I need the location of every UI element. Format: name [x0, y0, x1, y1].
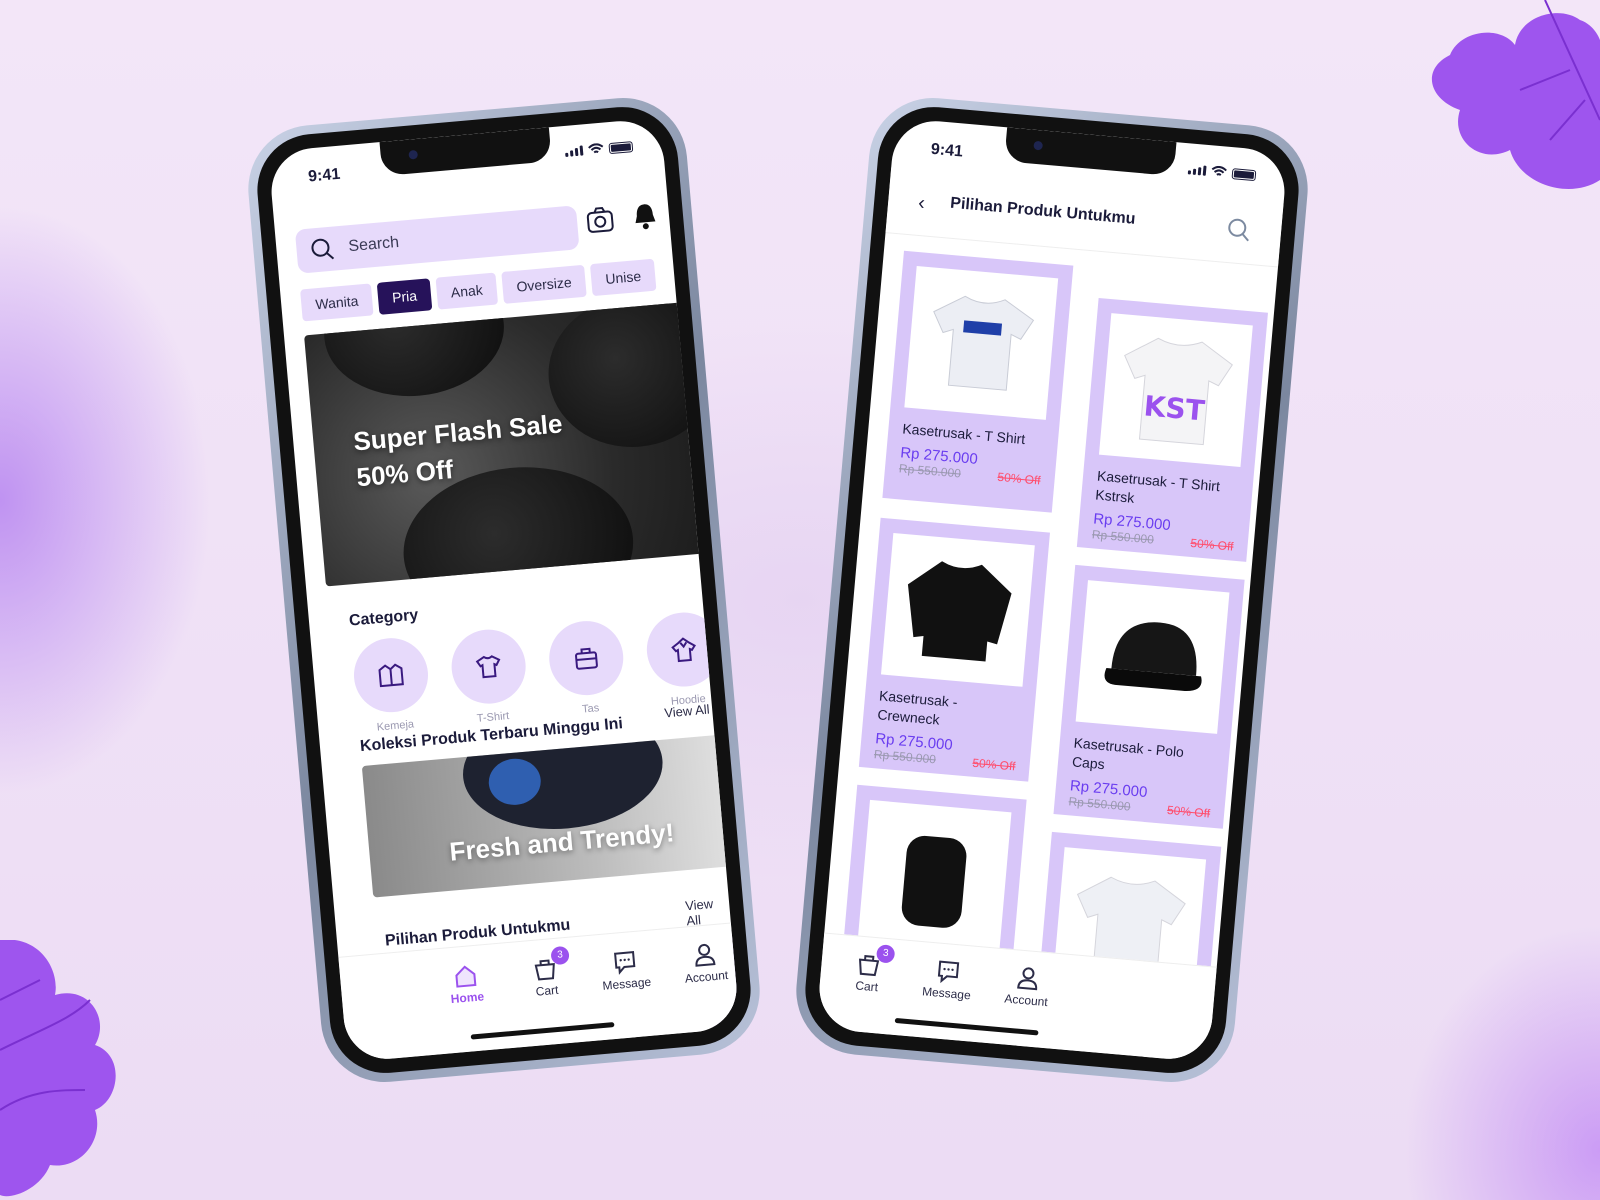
nav-cart[interactable]: 3 Cart [831, 944, 905, 996]
product-image-tshirt [904, 265, 1059, 420]
product-discount: 50% Off [1189, 535, 1235, 554]
shirt-collar-icon [378, 663, 404, 688]
product-card[interactable]: Kasetrusak - Polo Caps Rp 275.000 Rp 550… [1053, 564, 1245, 829]
status-time: 9:41 [930, 140, 964, 161]
battery-icon [608, 140, 634, 154]
background [0, 0, 1600, 1200]
product-image-tshirt-kst: KST [1098, 313, 1253, 467]
camera-icon[interactable] [584, 204, 617, 237]
leaf-decoration-bottom-left [0, 940, 116, 1197]
nav-message[interactable]: Message [589, 944, 663, 994]
back-arrow-icon[interactable]: ‹ [917, 192, 926, 215]
collection-banner[interactable]: Fresh and Trendy! [361, 732, 741, 898]
product-image-crewneck [880, 532, 1035, 687]
home-icon [455, 965, 477, 988]
tab-wanita[interactable]: Wanita [300, 283, 374, 322]
signal-icon [1187, 164, 1207, 176]
product-print-text: KST [1142, 389, 1206, 427]
hoodie-icon [671, 637, 696, 663]
collection-view-all-link[interactable]: View All [664, 702, 710, 721]
tab-unisex[interactable]: Unise [590, 258, 657, 297]
product-image-polo-cap [1075, 580, 1230, 734]
leaf-decoration-top-right [1431, 0, 1600, 189]
nav-account[interactable]: Account [991, 960, 1065, 1010]
product-name: Kasetrusak - Polo Caps [1071, 734, 1185, 773]
category-tshirt[interactable]: T-Shirt [448, 626, 531, 727]
product-discount: 50% Off [971, 755, 1017, 774]
tab-anak[interactable]: Anak [435, 272, 498, 310]
product-discount: 50% Off [996, 469, 1042, 488]
phone-home: 9:41 Search Wanita Pria Anak Oversize Un… [243, 92, 765, 1088]
status-time: 9:41 [307, 165, 341, 186]
home-indicator [470, 1022, 615, 1040]
tshirt-icon [475, 655, 501, 679]
product-list-screen: 9:41 ‹ Pilihan Produk Untukmu Kasetrusak… [815, 117, 1289, 1063]
search-input[interactable]: Search [348, 234, 400, 256]
home-screen: 9:41 Search Wanita Pria Anak Oversize Un… [267, 117, 741, 1063]
account-icon [695, 943, 716, 967]
product-card[interactable]: Kasetrusak - T Shirt Rp 275.000 Rp 550.0… [882, 250, 1074, 513]
nav-home[interactable]: Home [429, 958, 503, 1008]
product-card[interactable]: Kasetrusak - Crewneck Rp 275.000 Rp 550.… [858, 517, 1050, 782]
account-icon [1017, 967, 1038, 991]
cart-badge: 3 [550, 945, 570, 966]
message-icon [614, 951, 636, 975]
product-card[interactable]: KST Kasetrusak - T Shirt Kstrsk Rp 275.0… [1076, 297, 1268, 562]
tab-oversize[interactable]: Oversize [501, 264, 587, 304]
search-icon[interactable] [1226, 217, 1252, 243]
signal-icon [565, 145, 584, 157]
category-hoodie[interactable]: Hoodie [643, 609, 726, 709]
wifi-icon [1211, 165, 1227, 176]
message-icon [937, 960, 960, 984]
category-title: Category [348, 606, 419, 630]
product-image-backpack [857, 799, 1012, 954]
phone-product-list: 9:41 ‹ Pilihan Produk Untukmu Kasetrusak… [791, 92, 1313, 1088]
product-name: Kasetrusak - Crewneck [876, 687, 959, 728]
nav-message[interactable]: Message [911, 953, 985, 1003]
nav-account[interactable]: Account [668, 937, 740, 987]
home-indicator [894, 1017, 1039, 1036]
tab-pria[interactable]: Pria [376, 278, 433, 315]
search-bar[interactable]: Search [294, 205, 580, 274]
cart-badge: 3 [875, 944, 896, 964]
battery-icon [1231, 167, 1257, 181]
notification-bell-icon[interactable] [631, 200, 660, 232]
nav-cart[interactable]: 3 Cart [509, 945, 583, 1001]
category-kemeja[interactable]: Kemeja [350, 635, 433, 735]
product-discount: 50% Off [1166, 802, 1211, 821]
wifi-icon [588, 143, 604, 154]
flash-sale-banner[interactable]: Super Flash Sale 50% Off [304, 302, 705, 587]
search-icon [311, 238, 335, 260]
product-name: Kasetrusak - T Shirt Kstrsk [1094, 467, 1221, 506]
page-title: Pilihan Produk Untukmu [949, 194, 1137, 228]
bag-icon [575, 647, 598, 670]
category-tas[interactable]: Tas [546, 618, 628, 718]
